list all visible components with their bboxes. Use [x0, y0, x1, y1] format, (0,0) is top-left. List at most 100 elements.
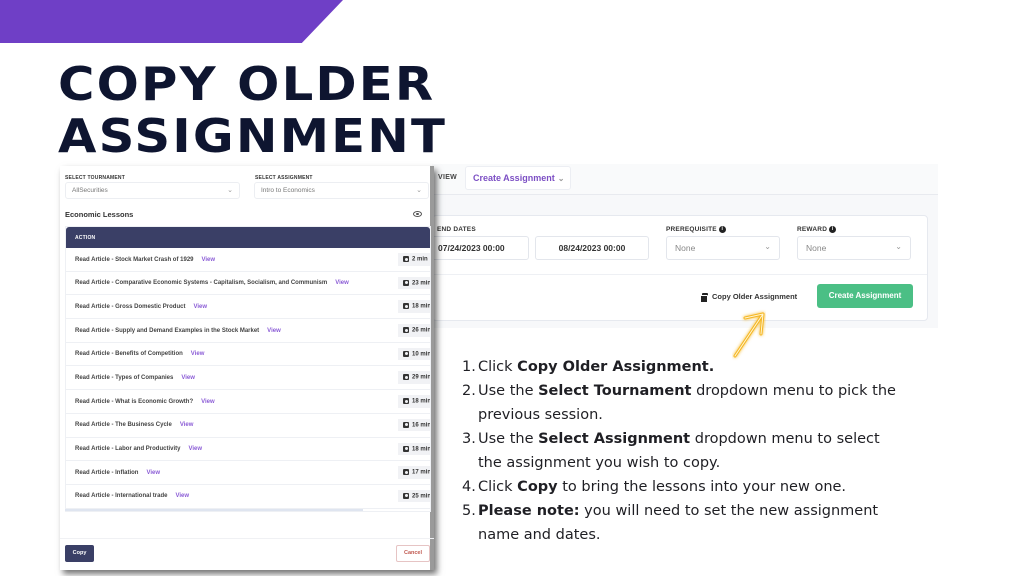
clock-icon [403, 350, 409, 357]
table-row: Read Article - Labor and Productivity Vie… [66, 438, 430, 462]
table-row: Read Article - What is Economic Growth? V… [66, 390, 430, 414]
duration-text: 18 min [412, 446, 430, 453]
reward-select[interactable]: None ⌄ [797, 236, 911, 260]
step-text-pre: Use the [478, 383, 539, 399]
tab-bar: VIEW Create Assignment ⌄ [432, 164, 938, 195]
table-row: Read Article - The Business Cycle View 16 … [66, 414, 430, 438]
eye-icon[interactable] [413, 211, 422, 217]
instruction-step: 2. Use the Select Tournament dropdown men… [462, 379, 902, 427]
lessons-table: ACTION Read Article - Stock Market Crash… [65, 226, 431, 512]
reward-label: REWARD i [797, 226, 837, 233]
clock-icon [403, 445, 409, 452]
horizontal-scrollbar[interactable] [65, 509, 363, 511]
lesson-title: Read Article - Benefits of Competition [75, 351, 183, 358]
copy-older-assignment-link[interactable]: Copy Older Assignment [700, 292, 798, 304]
clock-icon [403, 374, 409, 381]
info-icon[interactable]: i [718, 226, 726, 233]
chevron-down-icon: ⌄ [557, 174, 565, 183]
prerequisite-select[interactable]: None ⌄ [666, 236, 780, 260]
tab-view[interactable]: VIEW [438, 174, 457, 181]
select-tournament-dropdown[interactable]: AllSecurities ⌄ [65, 182, 240, 199]
duration-text: 18 min [412, 303, 430, 310]
lesson-title: Read Article - The Business Cycle [75, 422, 172, 429]
table-row: Read Article - Benefits of Competition Vi… [66, 343, 430, 367]
duration-text: 10 min [412, 351, 430, 358]
duration-badge: 16 min [398, 418, 430, 432]
clock-icon [403, 327, 409, 334]
lesson-title: Read Article - Comparative Economic Syst… [75, 280, 328, 287]
step-text-bold: Select Tournament [538, 383, 692, 399]
clock-icon [403, 469, 409, 476]
view-link[interactable]: View [335, 280, 349, 286]
view-link[interactable]: View [175, 493, 189, 499]
chevron-down-icon: ⌄ [895, 242, 902, 251]
cancel-button[interactable]: Cancel [396, 545, 430, 562]
view-link[interactable]: View [267, 328, 281, 334]
duration-text: 2 min [412, 256, 428, 263]
highlight-arrow-icon [733, 312, 765, 358]
divider [60, 538, 434, 539]
view-link[interactable]: View [146, 470, 160, 476]
end-date-input[interactable]: 08/24/2023 00:00 [535, 236, 649, 260]
table-row: Read Article - Comparative Economic Syst… [66, 272, 430, 296]
duration-badge: 18 min [398, 395, 430, 408]
step-number: 3. [462, 431, 476, 447]
select-assignment-label: SELECT ASSIGNMENT [255, 175, 313, 181]
step-text-post: to bring the lessons into your new one. [557, 479, 847, 495]
prerequisite-label-text: PREREQUISITE [666, 226, 717, 234]
duration-text: 16 min [412, 422, 430, 429]
assignment-form-card: END DATES 07/24/2023 00:00 08/24/2023 00… [423, 215, 928, 321]
lesson-title: Read Article - Gross Domestic Product [75, 303, 186, 310]
header-banner [0, 0, 343, 43]
instruction-step: 5. Please note: you will need to set the … [462, 499, 902, 547]
table-header: ACTION [66, 227, 430, 248]
create-assignment-button[interactable]: Create Assignment [817, 284, 913, 308]
duration-badge: 18 min [398, 442, 430, 456]
view-link[interactable]: View [201, 399, 215, 405]
lesson-title: Read Article - Labor and Productivity [75, 446, 181, 452]
duration-badge: 29 min [398, 371, 430, 385]
view-link[interactable]: View [202, 257, 216, 263]
start-date-input[interactable]: 07/24/2023 00:00 [423, 236, 529, 260]
prerequisite-value: None [675, 243, 696, 253]
view-link[interactable]: View [193, 304, 207, 310]
step-text-bold: Copy Older Assignment. [517, 359, 715, 375]
view-link[interactable]: View [180, 422, 194, 428]
table-row: Read Article - International trade View 25… [66, 485, 430, 509]
step-text-bold: Select Assignment [538, 431, 691, 447]
chevron-down-icon: ⌄ [764, 242, 771, 251]
select-assignment-value: Intro to Economics [261, 187, 315, 194]
copy-button[interactable]: Copy [65, 545, 94, 562]
duration-text: 17 min [412, 469, 430, 476]
clock-icon [403, 279, 409, 286]
select-tournament-value: AllSecurities [72, 187, 108, 194]
lesson-title: Read Article - Stock Market Crash of 192… [75, 256, 194, 263]
info-icon[interactable]: i [829, 226, 837, 233]
step-number: 4. [462, 479, 476, 495]
duration-badge: 2 min [398, 253, 430, 266]
view-link[interactable]: View [191, 351, 205, 357]
table-row: Read Article - Gross Domestic Product Vie… [66, 295, 430, 320]
tab-create-label: Create Assignment [473, 173, 555, 183]
section-title: Economic Lessons [65, 210, 134, 219]
copy-older-label: Copy Older Assignment [712, 292, 798, 301]
select-assignment-dropdown[interactable]: Intro to Economics ⌄ [254, 182, 429, 199]
tab-create-assignment[interactable]: Create Assignment ⌄ [465, 166, 571, 190]
view-link[interactable]: View [181, 375, 195, 381]
instruction-step: 4. Click Copy to bring the lessons into y… [462, 475, 902, 499]
lesson-title: Read Article - International trade [75, 493, 168, 500]
table-row: Read Article - Stock Market Crash of 192… [66, 248, 430, 272]
duration-text: 26 min [412, 327, 430, 334]
chevron-down-icon: ⌄ [227, 187, 233, 194]
copy-assignment-modal: SELECT TOURNAMENT AllSecurities ⌄ SELECT … [60, 166, 434, 570]
step-text-bold: Copy [517, 479, 558, 495]
table-row: Read Article - Types of Companies View 29 … [66, 366, 430, 391]
title-line-1: COPY OLDER [58, 57, 436, 111]
reward-value: None [806, 243, 827, 253]
view-link[interactable]: View [188, 446, 202, 452]
duration-text: 29 min [412, 375, 430, 382]
step-text-pre: Use the [478, 431, 539, 447]
table-row: Read Article - Inflation View 17 min [66, 461, 430, 485]
step-text-pre: Click [478, 359, 518, 375]
step-number: 2. [462, 383, 476, 399]
